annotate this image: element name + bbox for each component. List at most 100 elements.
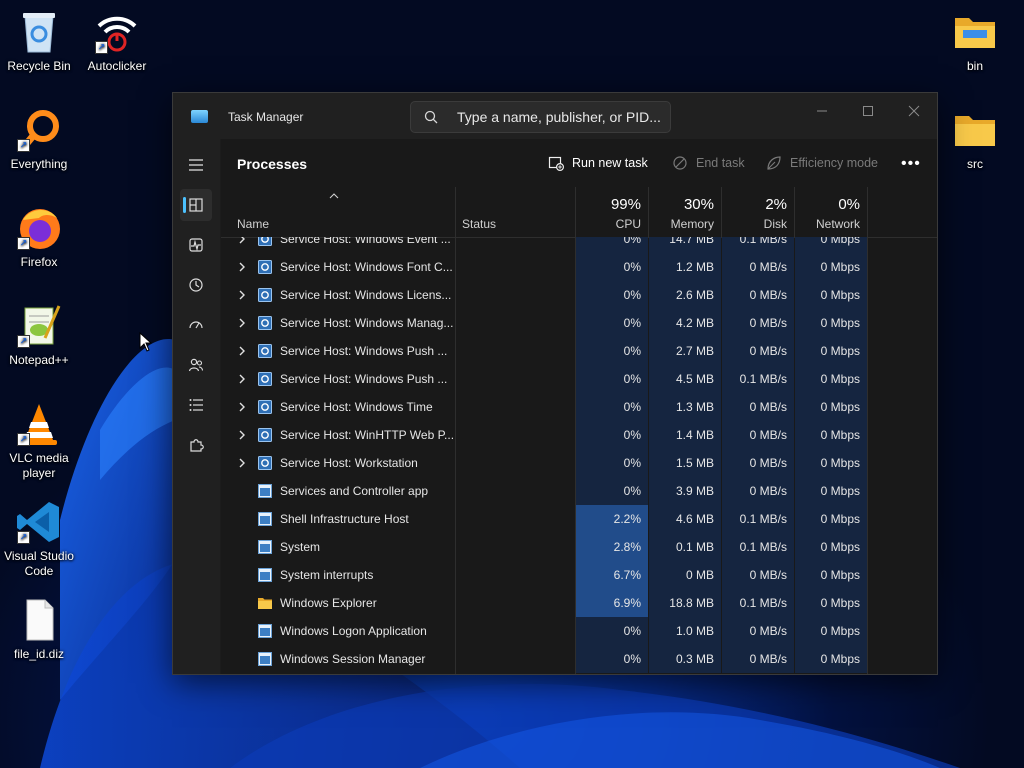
process-row[interactable]: System 2.8% 0.1 MB 0.1 MB/s 0 Mbps [221, 533, 937, 561]
end-task-button[interactable]: End task [672, 155, 745, 171]
desktop-icon-src[interactable]: src [936, 106, 1014, 172]
cpu-cell: 2.2% [576, 505, 648, 533]
network-value: 0 Mbps [820, 400, 860, 414]
cpu-column-header[interactable]: 99% CPU [576, 187, 649, 237]
disk-cell: 0 MB/s [722, 561, 794, 589]
name-column-header[interactable]: Name [221, 187, 456, 237]
desktop-icon-everything[interactable]: ↗ Everything [0, 106, 78, 172]
process-row[interactable]: Windows Session Manager 0% 0.3 MB 0 MB/s 0 M… [221, 645, 937, 673]
nav-services[interactable] [180, 429, 212, 461]
desktop-icon-recycle-bin[interactable]: Recycle Bin [0, 8, 78, 74]
process-row[interactable]: Service Host: Windows Manag... 0% 4.2 MB 0 … [221, 309, 937, 337]
process-row[interactable]: Windows Explorer 6.9% 18.8 MB 0.1 MB/s 0 Mbp… [221, 589, 937, 617]
window-app-icon [258, 512, 272, 526]
disk-cell: 0.1 MB/s [722, 589, 794, 617]
hamburger-menu-button[interactable] [180, 149, 212, 181]
memory-value: 0.3 MB [675, 652, 714, 666]
process-row[interactable]: System interrupts 6.7% 0 MB 0 MB/s 0 Mbps [221, 561, 937, 589]
search-icon [424, 110, 438, 124]
efficiency-mode-button[interactable]: Efficiency mode [766, 155, 878, 171]
disk-cell: 0.1 MB/s [722, 533, 794, 561]
desktop-icon-autoclicker[interactable]: ↗ Autoclicker [78, 8, 156, 74]
process-row[interactable]: Service Host: Windows Push ... 0% 4.5 MB 0.… [221, 365, 937, 393]
memory-cell: 1.4 MB [649, 421, 721, 449]
disk-value: 0.1 MB/s [739, 596, 787, 610]
cpu-value: 0% [623, 288, 641, 302]
network-value: 0 Mbps [820, 624, 860, 638]
network-column-header[interactable]: 0% Network [795, 187, 868, 237]
cpu-value: 2.2% [613, 512, 641, 526]
process-row[interactable]: Service Host: WinHTTP Web P... 0% 1.4 MB 0 … [221, 421, 937, 449]
process-name: System [280, 540, 321, 554]
desktop-icon-file-id-diz[interactable]: file_id.diz [0, 596, 78, 662]
maximize-button[interactable] [845, 97, 891, 125]
process-row[interactable]: Service Host: Windows Licens... 0% 2.6 MB 0… [221, 281, 937, 309]
nav-users[interactable] [180, 349, 212, 381]
performance-icon [189, 238, 203, 252]
more-options-button[interactable]: ••• [901, 155, 921, 173]
desktop-icon-label: Everything [10, 157, 68, 171]
process-row[interactable]: Service Host: Windows Font C... 0% 1.2 MB 0… [221, 253, 937, 281]
efficiency-mode-label: Efficiency mode [790, 156, 879, 170]
text-file-icon [15, 596, 63, 644]
expand-chevron-icon[interactable] [237, 237, 247, 244]
network-value: 0 Mbps [820, 372, 860, 386]
memory-cell: 14.7 MB [649, 237, 721, 253]
disk-cell: 0 MB/s [722, 337, 794, 365]
process-row[interactable]: Shell Infrastructure Host 2.2% 4.6 MB 0.1 M… [221, 505, 937, 533]
nav-startup-apps[interactable] [180, 309, 212, 341]
minimize-button[interactable] [799, 97, 845, 125]
expand-chevron-icon[interactable] [237, 458, 247, 468]
network-cell: 0 Mbps [795, 505, 867, 533]
expand-chevron-icon[interactable] [237, 262, 247, 272]
nav-details[interactable] [180, 389, 212, 421]
nav-performance[interactable] [180, 229, 212, 261]
expand-chevron-icon[interactable] [237, 430, 247, 440]
disk-column-header[interactable]: 2% Disk [722, 187, 795, 237]
memory-value: 14.7 MB [669, 237, 714, 246]
process-row[interactable]: Service Host: Windows Time 0% 1.3 MB 0 MB/s… [221, 393, 937, 421]
expand-chevron-icon[interactable] [237, 402, 247, 412]
process-name: Windows Logon Application [280, 624, 427, 638]
desktop-icon-bin[interactable]: bin [936, 8, 1014, 74]
service-host-gear-icon [258, 237, 272, 246]
service-host-gear-icon [258, 400, 272, 414]
cpu-value: 0% [623, 400, 641, 414]
title-bar[interactable]: Task Manager Type a name, publisher, or … [173, 93, 937, 139]
memory-column-header[interactable]: 30% Memory [649, 187, 722, 237]
expand-chevron-icon[interactable] [237, 346, 247, 356]
run-new-task-button[interactable]: Run new task [548, 155, 648, 171]
status-column-header[interactable]: Status [456, 187, 576, 237]
desktop-icon-notepad-plus-plus[interactable]: ↗ Notepad++ [0, 302, 78, 368]
disk-value: 0.1 MB/s [739, 237, 787, 246]
service-host-gear-icon [258, 428, 272, 442]
desktop-icon-label: file_id.diz [13, 647, 65, 661]
disk-column-label: Disk [763, 217, 787, 231]
process-row[interactable]: Services and Controller app 0% 3.9 MB 0 MB/… [221, 477, 937, 505]
desktop-icon-label: src [967, 157, 983, 171]
desktop-icon-vscode[interactable]: ↗ Visual Studio Code [0, 498, 78, 579]
nav-processes[interactable] [180, 189, 212, 221]
cpu-cell: 0% [576, 477, 648, 505]
disk-cell: 0 MB/s [722, 477, 794, 505]
desktop-icon-firefox[interactable]: ↗ Firefox [0, 204, 78, 270]
close-button[interactable] [891, 97, 937, 125]
window-app-icon [258, 484, 272, 498]
memory-cell: 0.3 MB [649, 645, 721, 673]
process-row[interactable]: Service Host: Workstation 0% 1.5 MB 0 MB/s 0… [221, 449, 937, 477]
memory-cell: 1.2 MB [649, 253, 721, 281]
search-input[interactable]: Type a name, publisher, or PID... [457, 109, 661, 125]
process-row[interactable]: Service Host: Windows Event ... 0% 14.7 MB… [221, 237, 937, 253]
expand-chevron-icon[interactable] [237, 374, 247, 384]
desktop-icon-vlc[interactable]: ↗ VLC media player [0, 400, 78, 481]
minimize-icon [817, 110, 827, 112]
desktop-icon-label: Recycle Bin [7, 59, 71, 73]
expand-chevron-icon[interactable] [237, 290, 247, 300]
process-name: Service Host: Windows Event ... [280, 237, 451, 246]
search-box[interactable]: Type a name, publisher, or PID... [410, 101, 671, 133]
expand-chevron-icon[interactable] [237, 318, 247, 328]
task-manager-window: Task Manager Type a name, publisher, or … [172, 92, 938, 675]
process-row[interactable]: Windows Logon Application 0% 1.0 MB 0 MB/s 0… [221, 617, 937, 645]
nav-app-history[interactable] [180, 269, 212, 301]
process-row[interactable]: Service Host: Windows Push ... 0% 2.7 MB 0 … [221, 337, 937, 365]
